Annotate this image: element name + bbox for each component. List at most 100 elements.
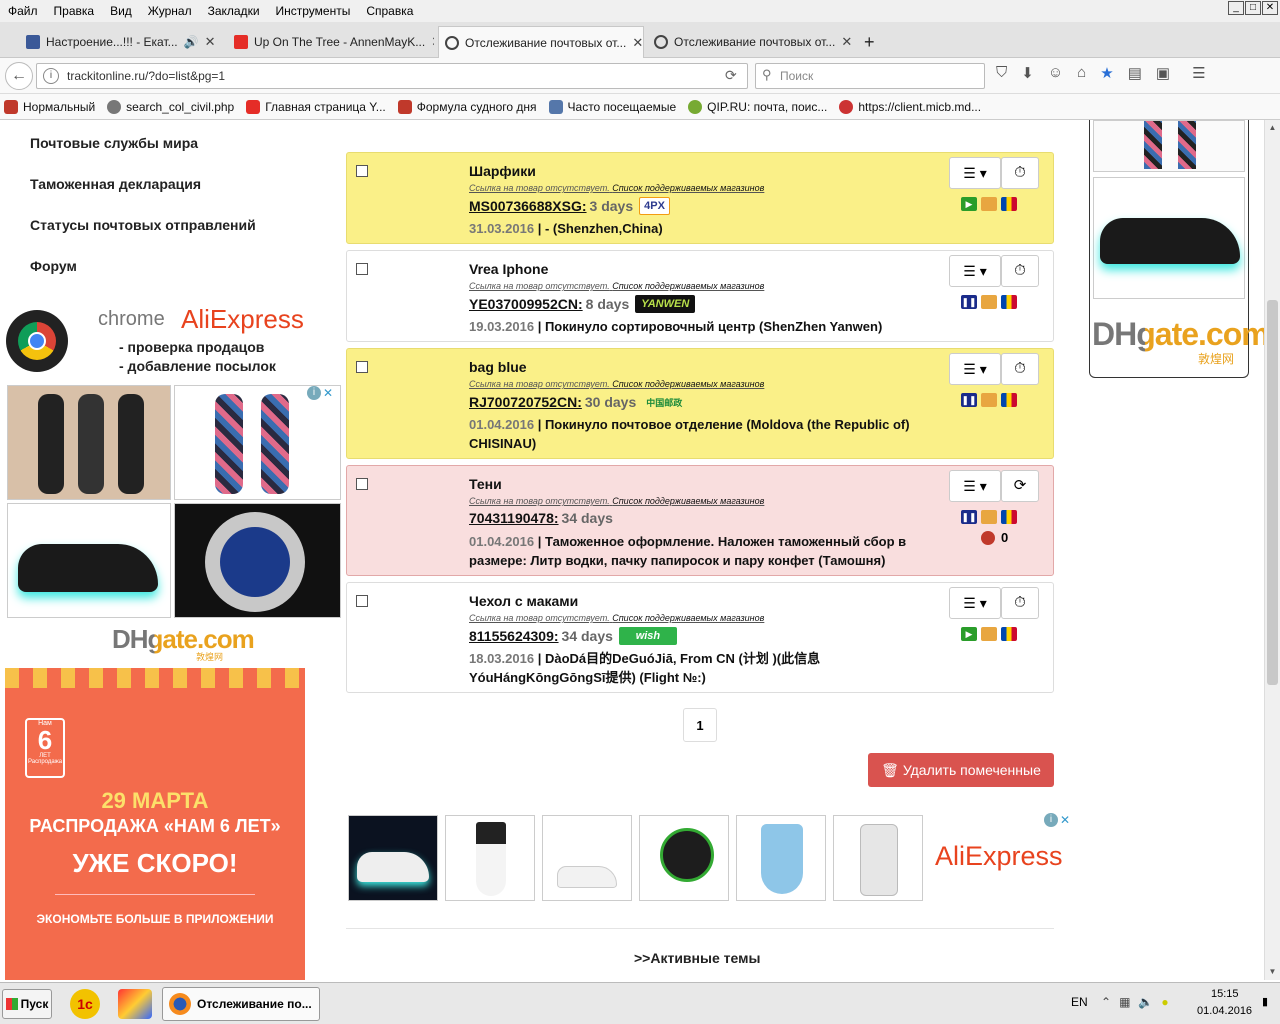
menu-edit[interactable]: Правка — [46, 4, 103, 18]
new-tab-button[interactable]: + — [858, 26, 888, 58]
ad-product-jumpsuits[interactable] — [7, 385, 171, 500]
network-icon[interactable]: ▦ — [1119, 995, 1130, 1009]
actions-menu-button[interactable]: ☰ ▾ — [949, 157, 1001, 189]
menu-bookmarks[interactable]: Закладки — [200, 4, 268, 18]
download-icon[interactable]: ⬇ — [1021, 64, 1034, 82]
scroll-thumb[interactable] — [1267, 300, 1278, 685]
ad-product-led-shoes[interactable] — [7, 503, 171, 618]
ad-strip-print-dress[interactable] — [736, 815, 826, 901]
select-checkbox[interactable] — [356, 595, 368, 607]
scroll-down-arrow[interactable]: ▼ — [1265, 964, 1280, 979]
smiley-icon[interactable]: ☺ — [1048, 64, 1063, 82]
tracking-line[interactable]: RJ700720752CN: 30 days 中国邮政 — [469, 393, 686, 411]
history-clock-icon[interactable]: ⏱ — [1001, 157, 1039, 189]
tab-tracking[interactable]: Отслеживание почтовых от... ✕ — [648, 26, 854, 58]
ad-product-watch[interactable] — [174, 503, 341, 618]
menu-file[interactable]: Файл — [0, 4, 46, 18]
volume-icon[interactable]: 🔈 — [1138, 995, 1153, 1009]
menu-tools[interactable]: Инструменты — [268, 4, 359, 18]
ad-close-icon[interactable]: ✕ — [323, 386, 337, 400]
close-tab-icon[interactable]: ✕ — [199, 34, 216, 50]
ad-info-icon[interactable]: i — [1044, 813, 1058, 827]
actions-menu-button[interactable]: ☰ ▾ — [949, 470, 1001, 502]
maximize-button[interactable]: □ — [1245, 1, 1261, 15]
select-checkbox[interactable] — [356, 263, 368, 275]
tracking-line[interactable]: YE037009952CN: 8 days YANWEN — [469, 295, 696, 313]
bookmark-item[interactable]: search_col_civil.php — [107, 99, 234, 114]
extension-promo[interactable]: chrome AliExpress - проверка продацов - … — [6, 304, 306, 376]
close-window-button[interactable]: ✕ — [1262, 1, 1278, 15]
link-note[interactable]: Ссылка на товар отсутствует. Список подд… — [469, 496, 764, 506]
refresh-icon[interactable]: ⟳ — [1001, 470, 1039, 502]
tracking-number[interactable]: 70431190478: — [469, 510, 559, 526]
ad-strip-lace-dress[interactable] — [833, 815, 923, 901]
aliexpress-strip-logo[interactable]: AliExpress — [935, 841, 1063, 872]
menu-view[interactable]: Вид — [102, 4, 140, 18]
link-note[interactable]: Ссылка на товар отсутствует. Список подд… — [469, 183, 764, 193]
search-bar[interactable]: ⚲ Поиск — [755, 63, 985, 89]
ad-choices[interactable]: i ✕ — [1044, 813, 1074, 827]
page-1-button[interactable]: 1 — [683, 708, 717, 742]
start-button[interactable]: Пуск — [2, 989, 52, 1019]
ad-strip-led-sneaker[interactable] — [348, 815, 438, 901]
dhgate-logo[interactable]: DHgate.com — [112, 624, 255, 655]
menu-help[interactable]: Справка — [358, 4, 421, 18]
reload-icon[interactable]: ⟳ — [725, 67, 737, 84]
home-icon[interactable]: ⌂ — [1077, 64, 1086, 82]
hamburger-menu-icon[interactable]: ☰ — [1192, 64, 1205, 82]
app-icon[interactable] — [118, 989, 152, 1019]
play-icon[interactable]: ▶ — [961, 627, 977, 641]
sidebar-link-postal-services[interactable]: Почтовые службы мира — [30, 135, 198, 151]
pause-icon[interactable]: ❚❚ — [961, 295, 977, 309]
close-tab-icon[interactable]: ✕ — [626, 35, 643, 51]
speaker-icon[interactable]: 🔊 — [184, 35, 199, 49]
1c-app-icon[interactable]: 1с — [70, 989, 100, 1019]
menu-history[interactable]: Журнал — [140, 4, 200, 18]
bookmark-item[interactable]: https://client.micb.md... — [839, 99, 981, 114]
ad-product-led-shoes-right[interactable] — [1093, 177, 1245, 299]
delete-selected-button[interactable]: 🗑 Удалить помеченные — [868, 753, 1054, 787]
extension-icon[interactable]: ▣ — [1156, 64, 1170, 82]
tray-expand-icon[interactable]: ⌃ — [1101, 995, 1111, 1009]
url-bar[interactable]: i trackitonline.ru/?do=list&pg=1 ⟳ — [36, 63, 748, 89]
select-checkbox[interactable] — [356, 478, 368, 490]
pause-icon[interactable]: ❚❚ — [961, 510, 977, 524]
ad-strip-sport-watch[interactable] — [639, 815, 729, 901]
ad-product-printed-jumpsuit[interactable] — [174, 385, 341, 500]
ad-info-icon[interactable]: i — [307, 386, 321, 400]
close-tab-icon[interactable]: ✕ — [835, 34, 852, 50]
product-ad-grid[interactable]: i ✕ — [7, 385, 341, 619]
ad-choices[interactable]: i ✕ — [307, 386, 337, 400]
page-scrollbar[interactable]: ▲ ▼ — [1264, 120, 1280, 980]
ad-strip-white-shoe[interactable] — [542, 815, 632, 901]
tracking-number[interactable]: RJ700720752CN: — [469, 394, 582, 410]
link-note[interactable]: Ссылка на товар отсутствует. Список подд… — [469, 379, 764, 389]
clock-time[interactable]: 15:15 — [1211, 988, 1239, 1000]
actions-menu-button[interactable]: ☰ ▾ — [949, 587, 1001, 619]
language-indicator[interactable]: EN — [1071, 995, 1088, 1009]
history-clock-icon[interactable]: ⏱ — [1001, 353, 1039, 385]
notifications-icon[interactable]: ▮ — [1262, 995, 1268, 1008]
tab-tracking-active[interactable]: Отслеживание почтовых от... ✕ — [438, 26, 644, 58]
back-button[interactable]: ← — [5, 62, 33, 90]
reading-list-icon[interactable]: ▤ — [1128, 64, 1142, 82]
history-clock-icon[interactable]: ⏱ — [1001, 587, 1039, 619]
sidebar-link-statuses[interactable]: Статусы почтовых отправлений — [30, 217, 256, 233]
close-tab-icon[interactable]: ✕ — [425, 34, 434, 50]
tab-youtube[interactable]: Up On The Tree - AnnenMayK... ✕ — [228, 26, 434, 58]
pocket-icon[interactable]: ⛉ — [996, 64, 1007, 82]
actions-menu-button[interactable]: ☰ ▾ — [949, 255, 1001, 287]
select-checkbox[interactable] — [356, 165, 368, 177]
tray-app-icon[interactable]: ● — [1161, 995, 1168, 1009]
ad-product-leggings[interactable] — [1093, 120, 1245, 172]
tracking-line[interactable]: MS00736688XSG: 3 days 4PX — [469, 197, 670, 215]
url-text[interactable]: trackitonline.ru/?do=list&pg=1 — [67, 69, 225, 83]
tracking-line[interactable]: 70431190478: 34 days — [469, 510, 613, 526]
bookmark-item[interactable]: Главная страница Y... — [246, 99, 386, 114]
taskbar-window-firefox[interactable]: Отслеживание по... — [162, 987, 320, 1021]
tracking-number[interactable]: MS00736688XSG: — [469, 198, 587, 214]
ad-strip-dress[interactable] — [445, 815, 535, 901]
actions-menu-button[interactable]: ☰ ▾ — [949, 353, 1001, 385]
scroll-up-arrow[interactable]: ▲ — [1265, 120, 1280, 135]
bookmark-item[interactable]: Часто посещаемые — [548, 99, 676, 114]
